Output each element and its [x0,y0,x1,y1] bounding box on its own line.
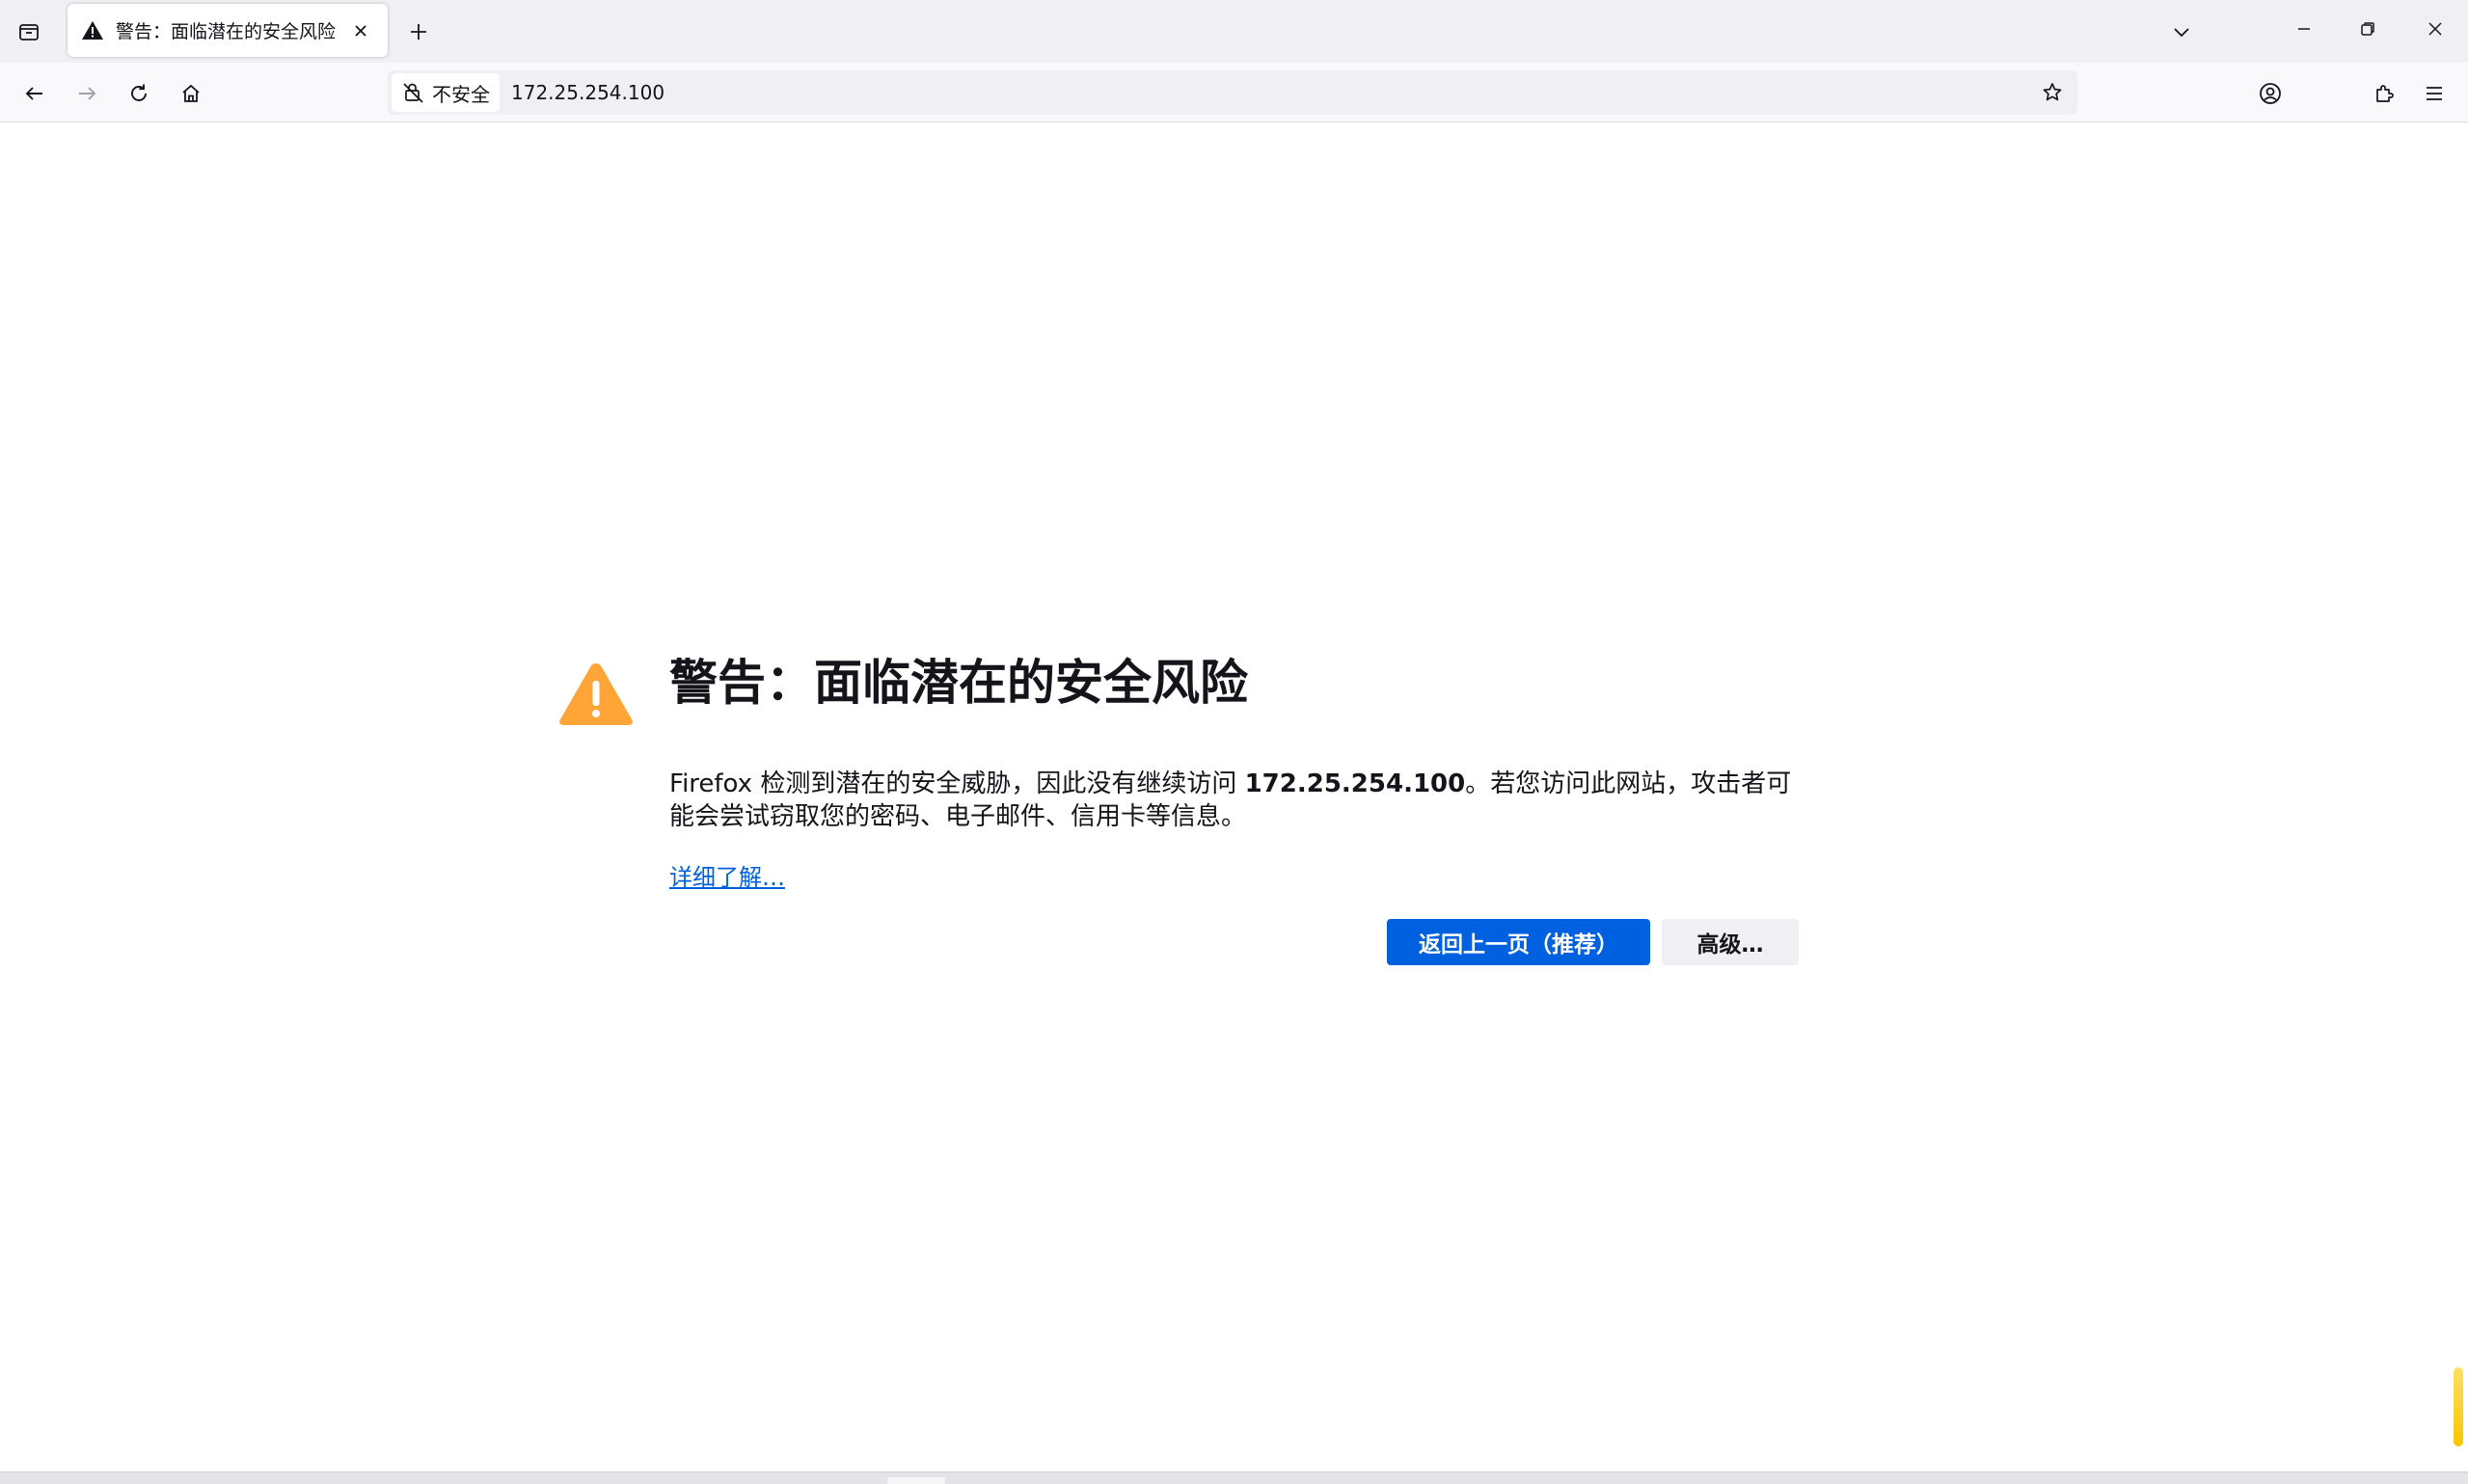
warning-icon [81,19,104,42]
bottom-grip [887,1477,945,1484]
page-content: 警告：面临潜在的安全风险 Firefox 检测到潜在的安全威胁，因此没有继续访问… [0,123,2468,1471]
warning-icon [557,660,635,729]
url-bar[interactable]: 不安全 172.25.254.100 [388,70,2077,115]
description-host: 172.25.254.100 [1244,769,1466,798]
star-icon[interactable] [2033,73,2072,112]
tab-list-icon[interactable] [8,13,50,50]
home-icon[interactable] [170,74,212,113]
close-icon[interactable] [2411,10,2459,48]
security-indicator[interactable]: 不安全 [392,73,500,112]
minimize-icon[interactable] [2280,10,2328,48]
tab-strip: 警告：面临潜在的安全风险 [0,0,2468,63]
go-back-button[interactable]: 返回上一页（推荐） [1387,919,1650,965]
description-prefix: Firefox 检测到潜在的安全威胁，因此没有继续访问 [669,769,1245,798]
insecure-label: 不安全 [432,82,490,106]
error-description: Firefox 检测到潜在的安全威胁，因此没有继续访问 172.25.254.1… [669,768,1807,833]
nav-toolbar: 不安全 172.25.254.100 [0,63,2468,122]
reload-icon[interactable] [118,74,160,113]
plus-icon[interactable] [399,13,438,50]
advanced-button[interactable]: 高级… [1662,919,1799,965]
learn-more-link[interactable]: 详细了解… [669,858,785,892]
insecure-lock-icon [401,80,426,105]
url-input[interactable]: 172.25.254.100 [511,81,2033,104]
tab-title: 警告：面临潜在的安全风险 [116,21,337,42]
close-icon[interactable] [347,17,374,44]
page-title: 警告：面临潜在的安全风险 [669,655,1248,711]
tab-active[interactable]: 警告：面临潜在的安全风险 [68,4,388,57]
arrow-right-icon[interactable] [66,74,108,113]
bottom-edge [0,1471,2468,1484]
hamburger-icon[interactable] [2413,74,2455,113]
arrow-left-icon[interactable] [14,74,56,113]
chevron-down-icon[interactable] [2160,13,2203,50]
account-icon[interactable] [2249,74,2292,113]
scroll-indicator [2454,1367,2463,1446]
puzzle-icon[interactable] [2363,74,2405,113]
restore-icon[interactable] [2344,10,2392,48]
